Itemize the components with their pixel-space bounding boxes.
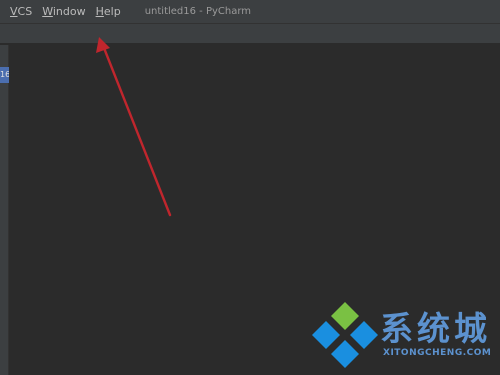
window-title: untitled16 - PyCharm [144, 6, 252, 17]
watermark-cn-text: 系统城 [380, 309, 491, 348]
toolbar [0, 24, 500, 44]
watermark-en-text: XITONGCHENG.COM [383, 348, 492, 358]
menu-vcs[interactable]: VCS [10, 0, 32, 24]
watermark-logo-icon [312, 302, 378, 368]
left-tool-strip [0, 45, 9, 375]
menu-bar: VCS Window Help untitled16 - PyCharm [0, 0, 500, 24]
project-tool-tab[interactable]: 16 [0, 67, 9, 83]
watermark: 系统城 XITONGCHENG.COM [300, 296, 500, 375]
menu-window[interactable]: Window [42, 0, 85, 24]
menu-help[interactable]: Help [96, 0, 121, 24]
